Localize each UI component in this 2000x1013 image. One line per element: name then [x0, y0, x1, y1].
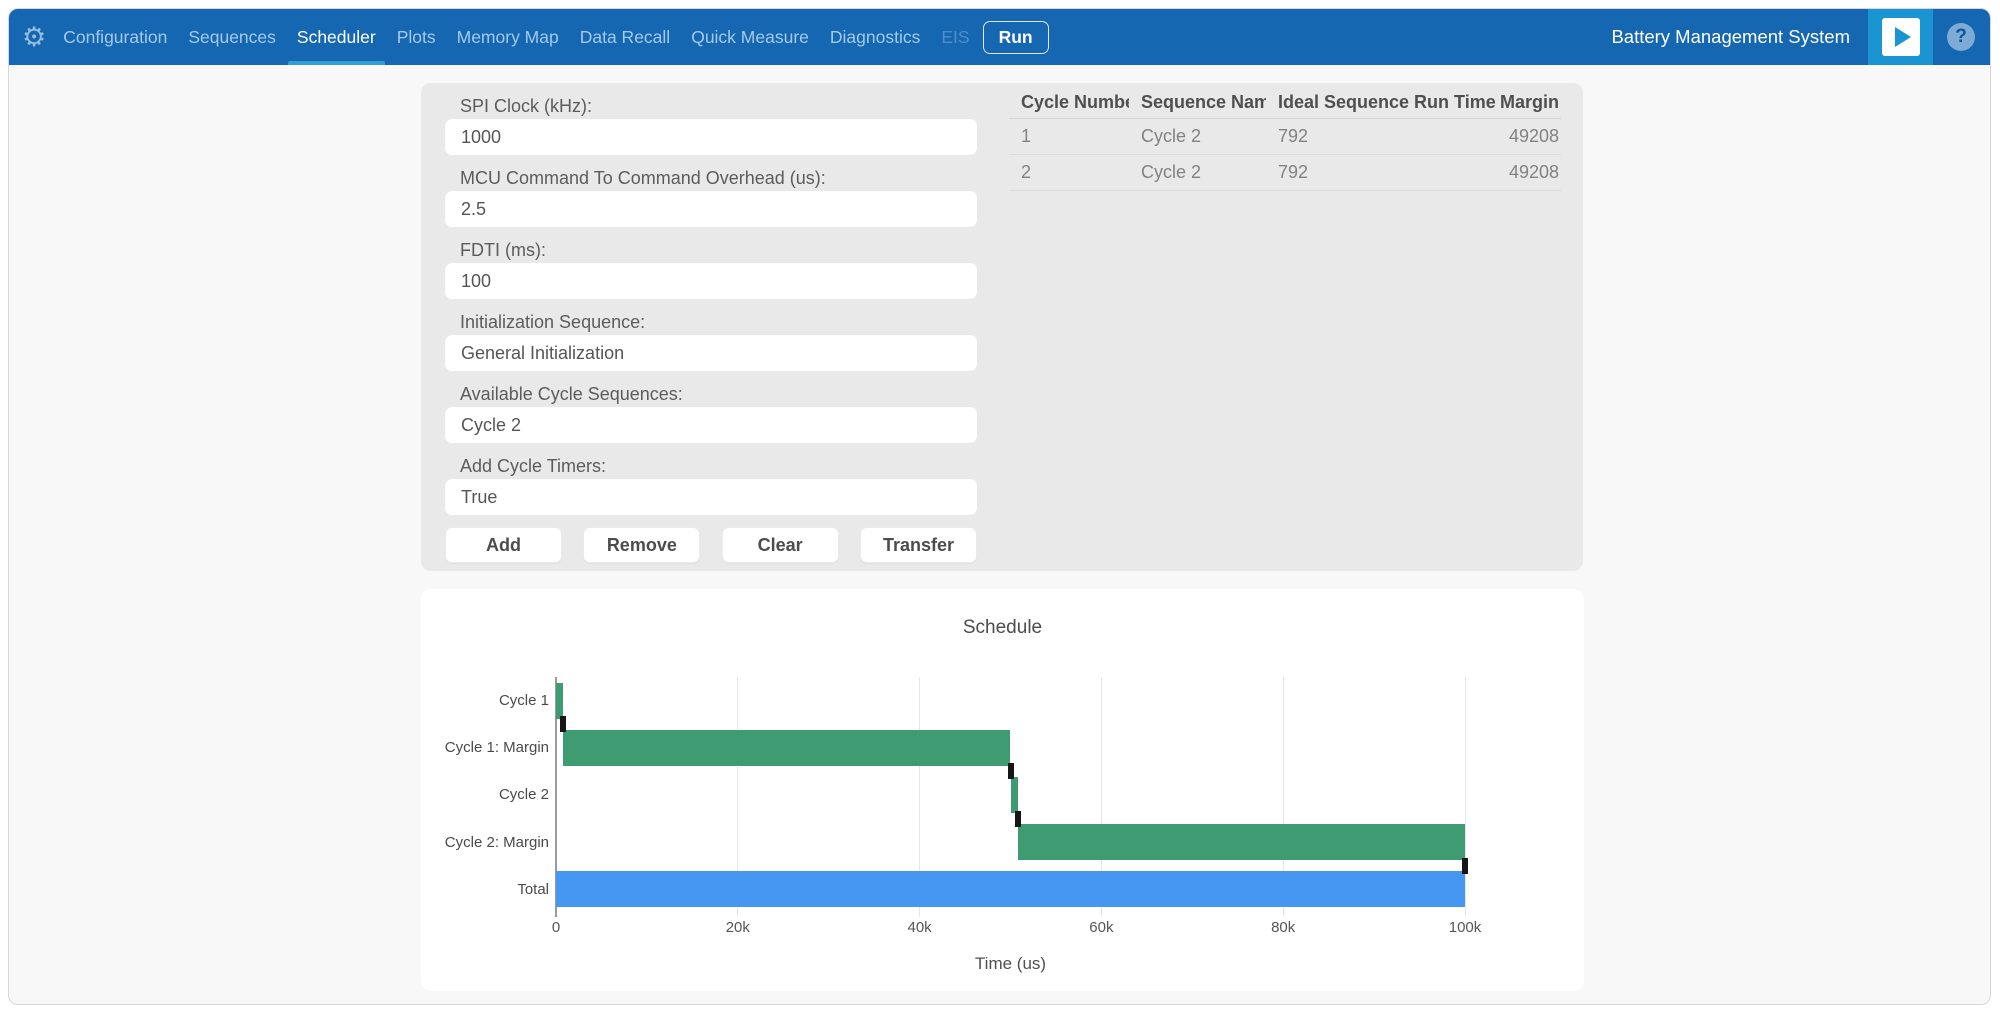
scheduler-config-panel: SPI Clock (kHz): MCU Command To Command O…: [421, 83, 1583, 571]
field-label-add-cycle-timers: Add Cycle Timers:: [460, 455, 977, 477]
available-cycle-sequences-input[interactable]: [445, 407, 977, 443]
tick-0: 0: [516, 919, 596, 936]
column-header-margin: Margin: [1499, 92, 1561, 113]
nav-item-diagnostics[interactable]: Diagnostics: [827, 9, 923, 65]
bar-cycle-1-margin[interactable]: [563, 730, 1010, 766]
field-label-spi-clock-khz: SPI Clock (kHz):: [460, 95, 977, 117]
nav-item-configuration[interactable]: Configuration: [60, 9, 170, 65]
column-header-ideal-sequence-run-time-us: Ideal Sequence Run Time (us): [1266, 92, 1499, 113]
bar-cycle-1[interactable]: [556, 683, 563, 719]
cell-ideal-sequence-run-time-us: 792: [1266, 162, 1499, 183]
cell-margin: 49208: [1499, 162, 1561, 183]
clear-button[interactable]: Clear: [722, 527, 839, 563]
mcu-command-to-command-overhead-us-input[interactable]: [445, 191, 977, 227]
column-header-sequence-name: Sequence Name: [1129, 92, 1266, 113]
play-icon: [1882, 18, 1920, 56]
tick-60k: 60k: [1061, 919, 1141, 936]
bar-cycle-2-margin[interactable]: [1018, 824, 1465, 860]
play-button[interactable]: [1868, 9, 1933, 65]
nav-menu: Configuration Sequences Scheduler Plots Memo…: [60, 9, 972, 65]
timer-marker: [1008, 763, 1014, 779]
field-label-available-cycle-sequences: Available Cycle Sequences:: [460, 383, 977, 405]
timer-marker: [560, 716, 566, 732]
nav-item-memory-map[interactable]: Memory Map: [454, 9, 562, 65]
run-button[interactable]: Run: [983, 21, 1049, 54]
column-header-cycle-number: Cycle Number: [1009, 92, 1129, 113]
category-label-cycle-1: Cycle 1: [421, 677, 552, 724]
timer-marker: [1462, 858, 1468, 874]
add-button[interactable]: Add: [445, 527, 562, 563]
chart-title: Schedule: [421, 617, 1584, 639]
chart-x-axis-label: Time (us): [556, 954, 1465, 974]
add-cycle-timers-input[interactable]: [445, 479, 977, 515]
field-label-initialization-sequence: Initialization Sequence:: [460, 311, 977, 333]
tick-80k: 80k: [1243, 919, 1323, 936]
nav-item-data-recall[interactable]: Data Recall: [577, 9, 673, 65]
timer-marker: [1015, 811, 1021, 827]
table-row[interactable]: 2Cycle 279249208: [1009, 155, 1561, 191]
table-row[interactable]: 1Cycle 279249208: [1009, 119, 1561, 155]
field-label-fdti-ms: FDTI (ms):: [460, 239, 977, 261]
fdti-ms-input[interactable]: [445, 263, 977, 299]
cell-sequence-name: Cycle 2: [1129, 162, 1266, 183]
nav-item-quick-measure[interactable]: Quick Measure: [688, 9, 812, 65]
scheduler-form: SPI Clock (kHz): MCU Command To Command O…: [445, 95, 977, 563]
transfer-button[interactable]: Transfer: [860, 527, 977, 563]
nav-item-plots[interactable]: Plots: [394, 9, 439, 65]
tick-100k: 100k: [1425, 919, 1505, 936]
nav-item-scheduler[interactable]: Scheduler: [294, 9, 379, 65]
tick-20k: 20k: [698, 919, 778, 936]
help-icon[interactable]: ?: [1947, 23, 1975, 51]
cell-margin: 49208: [1499, 126, 1561, 147]
form-button-row: Add Remove Clear Transfer: [445, 527, 977, 563]
schedule-chart-plot: [556, 677, 1465, 913]
gear-icon[interactable]: ⚙: [22, 24, 46, 51]
category-label-cycle-2-margin: Cycle 2: Margin: [421, 819, 552, 866]
nav-item-sequences[interactable]: Sequences: [185, 9, 279, 65]
cycle-table: Cycle NumberSequence NameIdeal Sequence …: [1009, 87, 1561, 191]
nav-item-eis: EIS: [938, 9, 972, 65]
bar-total[interactable]: [556, 871, 1465, 907]
category-label-total: Total: [421, 866, 552, 913]
spi-clock-khz-input[interactable]: [445, 119, 977, 155]
cell-ideal-sequence-run-time-us: 792: [1266, 126, 1499, 147]
screen: ⚙ Configuration Sequences Scheduler Plots Me…: [0, 0, 2000, 1013]
cell-cycle-number: 2: [1009, 162, 1129, 183]
category-label-cycle-2: Cycle 2: [421, 771, 552, 818]
bar-cycle-2[interactable]: [1011, 777, 1018, 813]
schedule-chart-panel: Schedule Cycle 1Cycle 1: MarginCycle 2Cy…: [421, 589, 1584, 991]
app-window: ⚙ Configuration Sequences Scheduler Plots Me…: [8, 8, 1991, 1005]
product-title: Battery Management System: [1611, 26, 1850, 48]
top-navbar: ⚙ Configuration Sequences Scheduler Plots Me…: [9, 9, 1990, 65]
remove-button[interactable]: Remove: [583, 527, 700, 563]
navbar-right: Battery Management System ?: [1611, 9, 1990, 65]
field-label-mcu-command-to-command-overhead-us: MCU Command To Command Overhead (us):: [460, 167, 977, 189]
initialization-sequence-input[interactable]: [445, 335, 977, 371]
category-label-cycle-1-margin: Cycle 1: Margin: [421, 724, 552, 771]
tick-40k: 40k: [880, 919, 960, 936]
cell-sequence-name: Cycle 2: [1129, 126, 1266, 147]
table-header-row: Cycle NumberSequence NameIdeal Sequence …: [1009, 87, 1561, 119]
cell-cycle-number: 1: [1009, 126, 1129, 147]
